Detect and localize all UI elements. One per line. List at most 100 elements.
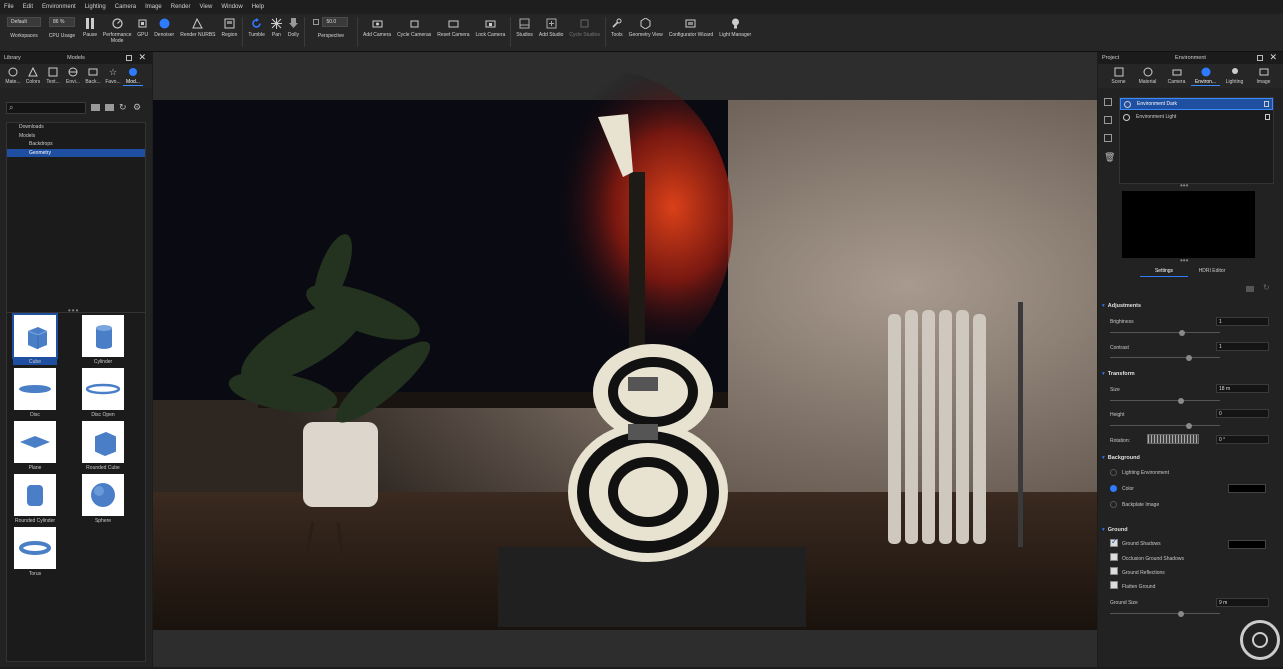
slider-knob[interactable] xyxy=(1186,354,1192,361)
subtab-settings[interactable]: Settings xyxy=(1140,268,1188,277)
tree-item-backdrops[interactable]: Backdrops xyxy=(7,140,145,149)
menu-edit[interactable]: Edit xyxy=(23,4,33,10)
light-manager-button[interactable]: Light Manager xyxy=(716,17,754,49)
lock-camera-button[interactable]: Lock Camera xyxy=(472,17,508,49)
radio-color[interactable] xyxy=(1110,485,1117,492)
trash-icon[interactable]: 🗑 xyxy=(1104,152,1115,163)
popout-icon[interactable] xyxy=(1257,55,1263,61)
refresh-icon[interactable]: ↻ xyxy=(1263,283,1270,292)
add-studio-button[interactable]: Add Studio xyxy=(536,17,566,49)
refresh-icon[interactable]: ↻ xyxy=(119,102,127,113)
splitter-dots[interactable]: ••• xyxy=(1180,256,1188,265)
env-item-light[interactable]: Environment Light xyxy=(1120,112,1273,124)
checkbox-ground-shadows[interactable]: ✓ xyxy=(1110,537,1118,547)
close-icon[interactable]: ✕ xyxy=(138,52,146,63)
slider-knob[interactable] xyxy=(1179,329,1185,336)
tools-button[interactable]: Tools xyxy=(608,17,626,49)
menu-image[interactable]: Image xyxy=(145,4,162,10)
rotation-dial[interactable] xyxy=(1147,434,1199,444)
tab-camera[interactable]: Camera xyxy=(1162,64,1191,85)
env-item-dark[interactable]: Environment Dark xyxy=(1120,98,1273,110)
lock-icon[interactable] xyxy=(1264,101,1269,107)
slider-knob[interactable] xyxy=(1186,422,1192,429)
section-adjustments[interactable]: ▾ Adjustments xyxy=(1098,301,1141,311)
region-button[interactable]: Region xyxy=(219,17,241,49)
model-rounded-cube[interactable]: Rounded Cube xyxy=(81,421,125,471)
perspective-control[interactable]: 50.0 Perspective xyxy=(307,17,355,49)
duplicate-icon[interactable] xyxy=(1104,98,1112,106)
model-plane[interactable]: Plane xyxy=(13,421,57,471)
tab-backplates[interactable]: Back... xyxy=(83,64,103,85)
close-icon[interactable]: ✕ xyxy=(1269,52,1277,63)
denoiser-button[interactable]: Denoiser xyxy=(151,17,177,49)
menu-window[interactable]: Window xyxy=(221,4,242,10)
tab-lighting[interactable]: Lighting xyxy=(1220,64,1249,85)
model-torus[interactable]: Torus xyxy=(13,527,57,577)
cpu-usage-control[interactable]: 86 % CPU Usage xyxy=(44,17,80,49)
tree-item-geometry[interactable]: Geometry xyxy=(7,148,145,157)
tab-environments[interactable]: Envi... xyxy=(63,64,83,85)
workspaces-control[interactable]: Default Workspaces xyxy=(4,17,44,49)
menu-camera[interactable]: Camera xyxy=(115,4,136,10)
settings-icon[interactable]: ⚙ xyxy=(133,102,141,113)
tab-image[interactable]: Image xyxy=(1249,64,1278,85)
workspace-select[interactable]: Default xyxy=(7,17,41,27)
subtab-hdri-editor[interactable]: HDRI Editor xyxy=(1188,268,1236,274)
section-transform[interactable]: ▾ Transform xyxy=(1098,369,1135,379)
section-ground[interactable]: ▾ Ground xyxy=(1098,525,1128,535)
brightness-field[interactable]: 1 xyxy=(1216,317,1269,326)
size-slider[interactable] xyxy=(1110,397,1220,404)
pan-button[interactable]: Pan xyxy=(268,17,285,49)
model-disc-open[interactable]: Disc Open xyxy=(81,368,125,418)
model-cube[interactable]: Cube xyxy=(12,313,58,365)
tab-textures[interactable]: Text... xyxy=(43,64,63,85)
reset-camera-button[interactable]: Reset Camera xyxy=(434,17,472,49)
studios-button[interactable]: Studios xyxy=(513,17,536,49)
model-sphere[interactable]: Sphere xyxy=(81,474,125,524)
library-search-input[interactable]: ⌕ xyxy=(6,102,86,114)
popout-icon[interactable] xyxy=(126,55,132,61)
fov-field[interactable]: 50.0 xyxy=(322,17,349,27)
checkbox-ground-reflections[interactable] xyxy=(1110,567,1118,575)
menu-help[interactable]: Help xyxy=(252,4,264,10)
splitter-dots[interactable]: ••• xyxy=(1180,181,1188,190)
geometry-view-button[interactable]: Geometry View xyxy=(626,17,666,49)
performance-mode-button[interactable]: Performance Mode xyxy=(100,17,134,49)
slider-knob[interactable] xyxy=(1178,610,1184,617)
tab-models[interactable]: Mod... xyxy=(123,64,143,86)
radio-backplate-image[interactable] xyxy=(1110,501,1117,508)
folder-icon[interactable] xyxy=(1246,286,1254,292)
menu-file[interactable]: File xyxy=(4,4,14,10)
tab-colors[interactable]: Colors xyxy=(23,64,43,85)
tab-material[interactable]: Material xyxy=(1133,64,1162,85)
menu-view[interactable]: View xyxy=(199,4,212,10)
background-color-swatch[interactable] xyxy=(1228,484,1266,493)
cpu-usage-field[interactable]: 86 % xyxy=(49,17,75,27)
radio-lighting-environment[interactable] xyxy=(1110,469,1117,476)
model-cylinder[interactable]: Cylinder xyxy=(81,315,125,365)
checkbox-occlusion-ground-shadows[interactable] xyxy=(1110,553,1118,561)
ground-shadow-color-swatch[interactable] xyxy=(1228,540,1266,549)
cycle-cameras-button[interactable]: Cycle Cameras xyxy=(394,17,434,49)
tab-materials[interactable]: Mate... xyxy=(3,64,23,85)
copy-icon[interactable] xyxy=(1104,134,1112,142)
model-disc[interactable]: Disc xyxy=(13,368,57,418)
dolly-button[interactable]: Dolly xyxy=(285,17,302,49)
section-background[interactable]: ▾ Background xyxy=(1098,453,1140,463)
tab-favorites[interactable]: ☆ Favo... xyxy=(103,64,123,85)
contrast-field[interactable]: 1 xyxy=(1216,342,1269,351)
brightness-slider[interactable] xyxy=(1110,329,1220,336)
tab-scene[interactable]: Scene xyxy=(1104,64,1133,85)
pause-button[interactable]: Pause xyxy=(80,17,100,49)
contrast-slider[interactable] xyxy=(1110,354,1220,361)
folder-add-icon[interactable] xyxy=(105,104,114,111)
tree-item-downloads[interactable]: Downloads xyxy=(7,123,145,132)
slider-knob[interactable] xyxy=(1178,397,1184,404)
lock-icon[interactable] xyxy=(1265,114,1270,120)
height-slider[interactable] xyxy=(1110,422,1220,429)
model-rounded-cylinder[interactable]: Rounded Cylinder xyxy=(13,474,57,524)
menu-render[interactable]: Render xyxy=(171,4,191,10)
ground-size-slider[interactable] xyxy=(1110,610,1220,617)
tab-environment[interactable]: Environ... xyxy=(1191,64,1220,86)
configurator-wizard-button[interactable]: Configurator Wizard xyxy=(666,17,716,49)
